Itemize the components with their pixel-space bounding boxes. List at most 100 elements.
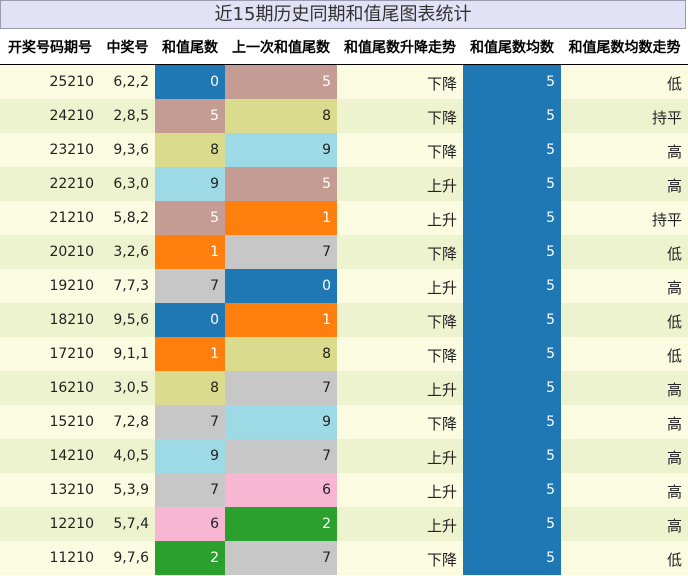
table-row: 16210 3,0,5 8 7 上升 5 高 [0,370,688,405]
avg-cell: 5 [463,404,561,439]
avg-cell: 5 [463,268,561,303]
table-row: 25210 6,2,2 0 5 下降 5 低 [0,64,688,99]
tail-cell: 1 [155,234,225,269]
avg-cell: 5 [463,336,561,371]
avg-cell: 5 [463,98,561,133]
tail-cell: 8 [155,132,225,167]
prev-tail-cell: 5 [225,64,337,99]
avg-trend-cell: 低 [561,336,688,371]
trend-cell: 上升 [337,506,463,541]
stats-table: 开奖号码期号 中奖号 和值尾数 上一次和值尾数 和值尾数升降走势 和值尾数均数 … [0,30,688,575]
numbers-cell: 3,2,6 [100,234,155,269]
avg-trend-cell: 持平 [561,98,688,133]
trend-cell: 下降 [337,540,463,575]
avg-trend-cell: 高 [561,506,688,541]
avg-cell: 5 [463,64,561,99]
avg-trend-cell: 高 [561,132,688,167]
tail-cell: 7 [155,472,225,507]
prev-tail-cell: 8 [225,336,337,371]
prev-tail-cell: 1 [225,302,337,337]
avg-trend-cell: 低 [561,64,688,99]
page-title: 近15期历史同期和值尾图表统计 [0,0,686,29]
tail-cell: 9 [155,166,225,201]
trend-cell: 上升 [337,370,463,405]
period-cell: 19210 [0,268,100,303]
avg-trend-cell: 高 [561,472,688,507]
numbers-cell: 6,3,0 [100,166,155,201]
tail-cell: 0 [155,302,225,337]
avg-trend-cell: 低 [561,234,688,269]
avg-cell: 5 [463,540,561,575]
trend-cell: 上升 [337,472,463,507]
tail-cell: 7 [155,268,225,303]
header-prev-tail: 上一次和值尾数 [225,30,337,65]
avg-trend-cell: 低 [561,302,688,337]
table-row: 20210 3,2,6 1 7 下降 5 低 [0,234,688,269]
period-cell: 24210 [0,98,100,133]
trend-cell: 下降 [337,404,463,439]
tail-cell: 5 [155,98,225,133]
table-row: 18210 9,5,6 0 1 下降 5 低 [0,302,688,337]
tail-cell: 6 [155,506,225,541]
period-cell: 15210 [0,404,100,439]
numbers-cell: 6,2,2 [100,64,155,99]
trend-cell: 上升 [337,200,463,235]
avg-trend-cell: 高 [561,166,688,201]
avg-trend-cell: 高 [561,438,688,473]
trend-cell: 下降 [337,234,463,269]
prev-tail-cell: 0 [225,268,337,303]
period-cell: 16210 [0,370,100,405]
period-cell: 11210 [0,540,100,575]
header-row: 开奖号码期号 中奖号 和值尾数 上一次和值尾数 和值尾数升降走势 和值尾数均数 … [0,30,688,65]
table-row: 19210 7,7,3 7 0 上升 5 高 [0,268,688,303]
prev-tail-cell: 7 [225,370,337,405]
avg-cell: 5 [463,472,561,507]
numbers-cell: 9,1,1 [100,336,155,371]
header-avg-trend: 和值尾数均数走势 [561,30,688,65]
avg-trend-cell: 高 [561,404,688,439]
table-row: 14210 4,0,5 9 7 上升 5 高 [0,438,688,473]
prev-tail-cell: 1 [225,200,337,235]
avg-cell: 5 [463,234,561,269]
tail-cell: 2 [155,540,225,575]
trend-cell: 上升 [337,166,463,201]
numbers-cell: 9,3,6 [100,132,155,167]
tail-cell: 5 [155,200,225,235]
period-cell: 18210 [0,302,100,337]
avg-cell: 5 [463,166,561,201]
prev-tail-cell: 9 [225,132,337,167]
numbers-cell: 9,7,6 [100,540,155,575]
numbers-cell: 9,5,6 [100,302,155,337]
prev-tail-cell: 7 [225,234,337,269]
numbers-cell: 3,0,5 [100,370,155,405]
tail-cell: 7 [155,404,225,439]
table-row: 12210 5,7,4 6 2 上升 5 高 [0,506,688,541]
prev-tail-cell: 7 [225,438,337,473]
period-cell: 22210 [0,166,100,201]
trend-cell: 下降 [337,336,463,371]
period-cell: 12210 [0,506,100,541]
table-row: 11210 9,7,6 2 7 下降 5 低 [0,540,688,575]
table-row: 15210 7,2,8 7 9 下降 5 高 [0,404,688,439]
tail-cell: 9 [155,438,225,473]
avg-cell: 5 [463,438,561,473]
period-cell: 17210 [0,336,100,371]
numbers-cell: 2,8,5 [100,98,155,133]
header-trend: 和值尾数升降走势 [337,30,463,65]
table-row: 13210 5,3,9 7 6 上升 5 高 [0,472,688,507]
period-cell: 23210 [0,132,100,167]
table-row: 24210 2,8,5 5 8 下降 5 持平 [0,98,688,133]
period-cell: 21210 [0,200,100,235]
avg-trend-cell: 低 [561,540,688,575]
table-row: 21210 5,8,2 5 1 上升 5 持平 [0,200,688,235]
trend-cell: 下降 [337,98,463,133]
header-numbers: 中奖号 [100,30,155,65]
prev-tail-cell: 5 [225,166,337,201]
prev-tail-cell: 6 [225,472,337,507]
trend-cell: 下降 [337,302,463,337]
prev-tail-cell: 7 [225,540,337,575]
avg-cell: 5 [463,132,561,167]
trend-cell: 上升 [337,268,463,303]
period-cell: 13210 [0,472,100,507]
tail-cell: 0 [155,64,225,99]
